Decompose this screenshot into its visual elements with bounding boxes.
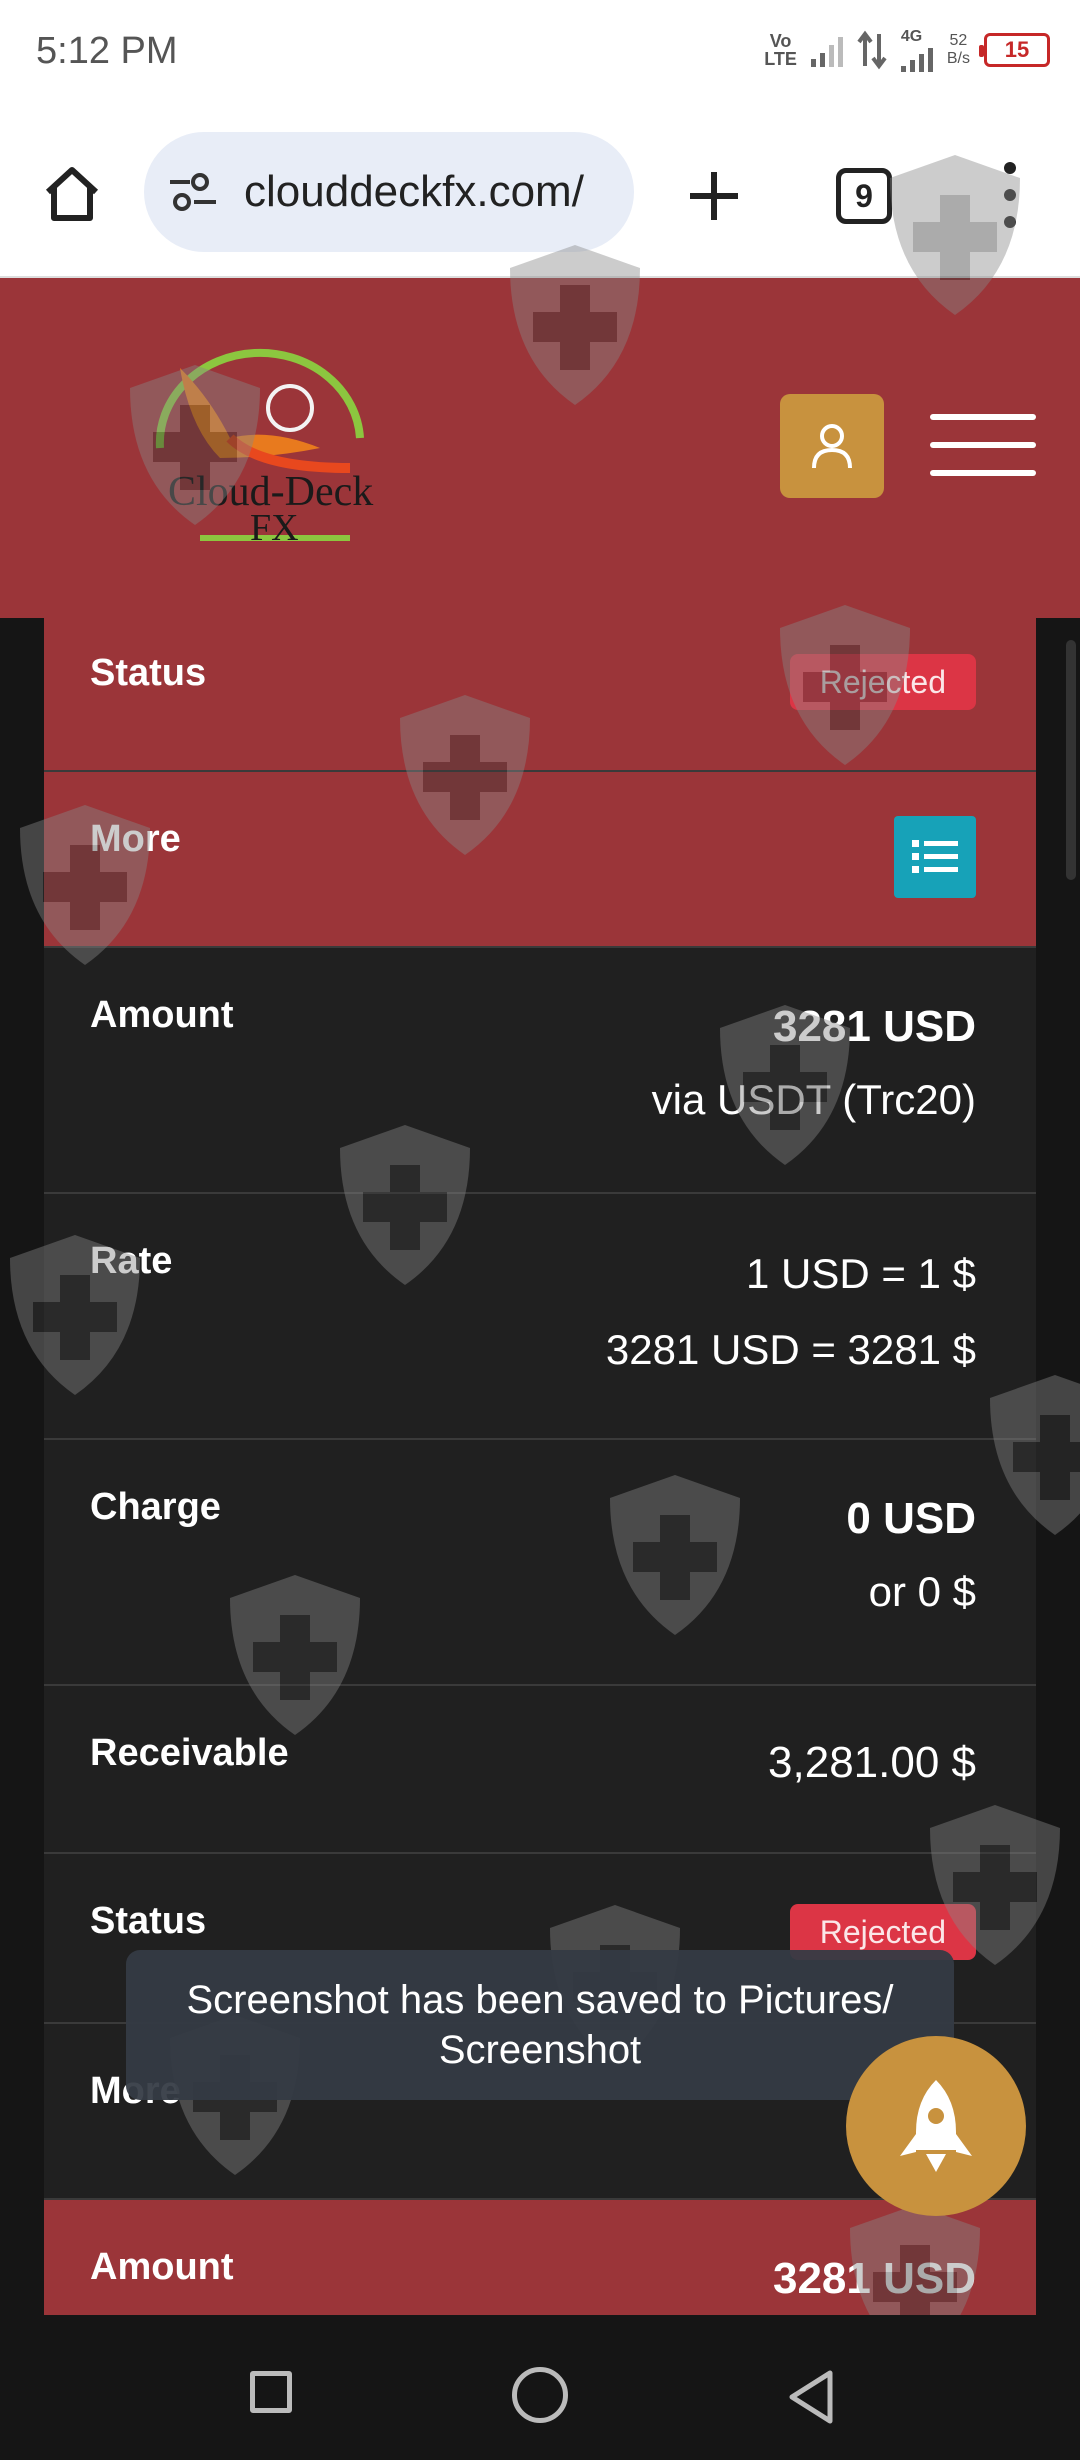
user-account-button[interactable] xyxy=(780,394,884,498)
rocket-icon xyxy=(900,2080,972,2172)
address-bar[interactable]: clouddeckfx.com/ xyxy=(144,132,634,252)
data-transfer-icon xyxy=(857,30,887,70)
rate-row: Rate 1 USD = 1 $ 3281 USD = 3281 $ xyxy=(44,1194,1036,1440)
row-label: Charge xyxy=(90,1486,221,1528)
recents-button[interactable] xyxy=(250,2371,292,2413)
tabs-icon[interactable]: 9 xyxy=(836,168,892,224)
battery-icon: 15 xyxy=(979,33,1050,67)
back-icon[interactable] xyxy=(786,2369,836,2425)
user-icon xyxy=(812,424,852,469)
site-logo[interactable]: Cloud-Deck FX xyxy=(120,338,400,558)
charge-main: 0 USD xyxy=(846,1494,976,1543)
plus-icon[interactable] xyxy=(686,168,742,224)
screenshot-toast: Screenshot has been saved to Pictures/ S… xyxy=(126,1950,954,2100)
home-icon[interactable] xyxy=(40,162,104,226)
scrollbar[interactable] xyxy=(1066,640,1076,880)
network-speed: 52 B/s xyxy=(946,32,970,67)
receivable-value: 3,281.00 $ xyxy=(768,1738,976,1787)
status-bar: 5:12 PM Vo LTE 4G 52 B/s 15 xyxy=(0,0,1080,110)
charge-row: Charge 0 USD or 0 $ xyxy=(44,1440,1036,1686)
rate-main: 1 USD = 1 $ xyxy=(746,1250,976,1297)
volte-indicator: Vo LTE xyxy=(764,31,797,69)
system-nav-bar xyxy=(0,2315,1080,2460)
signal-icon xyxy=(810,33,843,67)
home-nav-button[interactable] xyxy=(512,2367,568,2423)
site-header: Cloud-Deck FX xyxy=(0,278,1080,618)
more-row: More xyxy=(44,772,1036,948)
hamburger-icon[interactable] xyxy=(930,414,1036,476)
amount-row: Amount 3281 USD xyxy=(44,2200,1036,2315)
status-row: Status Rejected xyxy=(44,618,1036,772)
status-badge: Rejected xyxy=(789,654,976,710)
status-time: 5:12 PM xyxy=(36,30,178,72)
more-value xyxy=(894,816,976,898)
status-value: Rejected xyxy=(789,1904,976,1960)
status-icons: Vo LTE 4G 52 B/s 15 xyxy=(764,28,1050,72)
row-label: Amount xyxy=(90,2246,234,2288)
receivable-row: Receivable 3,281.00 $ xyxy=(44,1686,1036,1854)
amount-main: 3281 USD xyxy=(772,2254,976,2303)
list-icon xyxy=(912,840,958,873)
scroll-top-button[interactable] xyxy=(846,2036,1026,2216)
row-label: Amount xyxy=(90,994,234,1036)
row-label: Rate xyxy=(90,1240,173,1282)
browser-toolbar: clouddeckfx.com/ 9 xyxy=(0,110,1080,278)
row-label: Status xyxy=(90,1900,207,1942)
amount-method: via USDT (Trc20) xyxy=(651,1076,976,1123)
rate-total: 3281 USD = 3281 $ xyxy=(605,1326,976,1373)
more-vert-icon[interactable] xyxy=(1000,162,1020,228)
details-button[interactable] xyxy=(894,816,976,898)
row-label: Status xyxy=(90,652,207,694)
rate-value: 1 USD = 1 $ 3281 USD = 3281 $ xyxy=(606,1250,976,1374)
charge-alt: or 0 $ xyxy=(868,1568,976,1615)
charge-value: 0 USD or 0 $ xyxy=(846,1494,976,1616)
amount-main: 3281 USD xyxy=(772,1002,976,1051)
row-label: More xyxy=(90,818,181,860)
url-text[interactable]: clouddeckfx.com/ xyxy=(244,167,584,217)
tune-icon[interactable] xyxy=(168,172,218,212)
status-value: Rejected xyxy=(789,654,976,710)
amount-value: 3281 USD via USDT (Trc20) xyxy=(652,1002,976,1124)
signal-icon-2 xyxy=(900,46,933,72)
brand-suffix: FX xyxy=(250,507,299,549)
row-label: Receivable xyxy=(90,1732,289,1774)
amount-row: Amount 3281 USD via USDT (Trc20) xyxy=(44,948,1036,1194)
network-type-label: 4G xyxy=(900,28,923,45)
